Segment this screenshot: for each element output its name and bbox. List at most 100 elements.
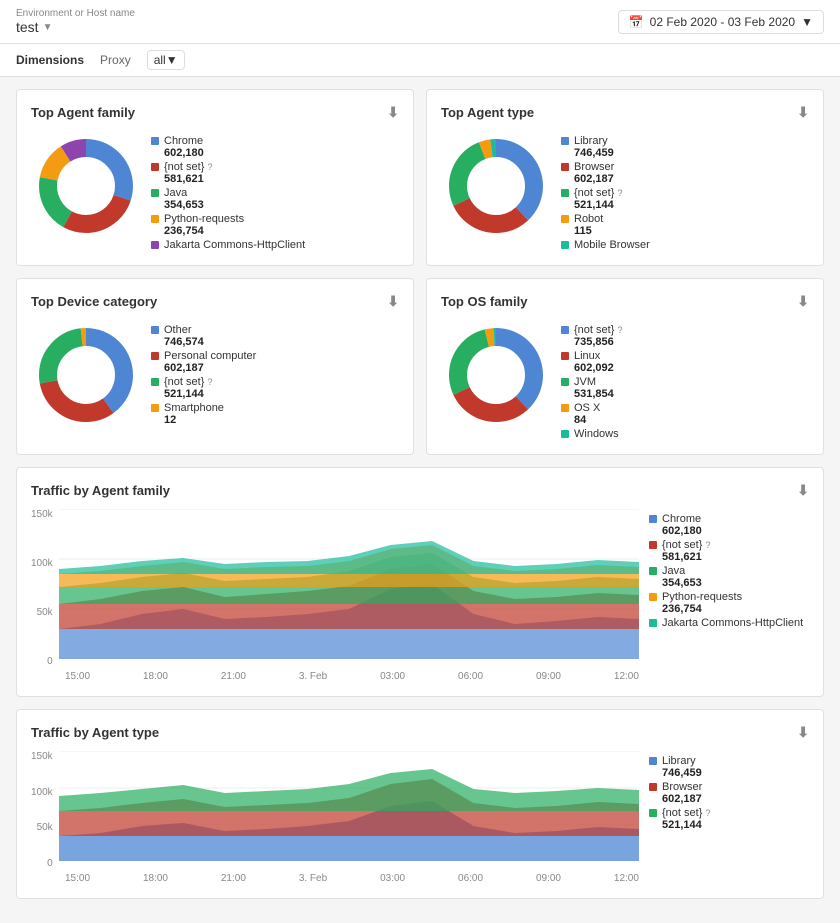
download-os-family[interactable]: ⬇ <box>797 293 809 310</box>
legend-dot <box>649 757 657 765</box>
legend-item: Java 354,653 <box>151 187 305 211</box>
legend-dot <box>151 352 159 360</box>
top-agent-family-card: Top Agent family ⬇ <box>16 89 414 266</box>
legend-item: {not set} ? 521,144 <box>561 187 650 211</box>
legend-item: Browser 602,187 <box>561 161 650 185</box>
agent-type-legend: Library 746,459 Browser 602,187 <box>561 131 650 251</box>
x-label: 15:00 <box>65 671 90 682</box>
legend-item: Linux 602,092 <box>561 350 622 374</box>
legend-item: Python-requests 236,754 <box>649 591 809 615</box>
donut-charts-grid: Top Agent family ⬇ <box>16 89 824 455</box>
legend-item: Chrome 602,180 <box>151 135 305 159</box>
x-label: 3. Feb <box>299 873 327 884</box>
x-label: 06:00 <box>458 873 483 884</box>
legend-dot <box>649 619 657 627</box>
x-label: 3. Feb <box>299 671 327 682</box>
legend-dot <box>649 567 657 575</box>
traffic-agent-type-card: Traffic by Agent type ⬇ 150k 100k 50k 0 <box>16 709 824 899</box>
legend-item: {not set} ? 521,144 <box>151 376 256 400</box>
legend-item: Browser 602,187 <box>649 781 809 805</box>
y-label: 0 <box>47 656 53 667</box>
legend-item: Java 354,653 <box>649 565 809 589</box>
legend-item: Other 746,574 <box>151 324 256 348</box>
legend-dot <box>561 189 569 197</box>
legend-item: Python-requests 236,754 <box>151 213 305 237</box>
env-name: test <box>16 19 39 35</box>
top-device-category-title: Top Device category <box>31 294 157 309</box>
device-category-legend: Other 746,574 Personal computer 602,187 <box>151 320 256 426</box>
top-os-family-card: Top OS family ⬇ <box>426 278 824 455</box>
legend-item: Chrome 602,180 <box>649 513 809 537</box>
traffic-agent-family-legend: Chrome 602,180 {not set} ? 581,621 Java <box>649 509 809 682</box>
legend-dot <box>151 215 159 223</box>
env-dropdown-arrow[interactable]: ▼ <box>43 22 53 33</box>
calendar-icon: 📅 <box>629 15 644 29</box>
download-traffic-agent-family[interactable]: ⬇ <box>797 482 809 499</box>
traffic-agent-type-chart: 150k 100k 50k 0 <box>31 751 639 884</box>
header: Environment or Host name test ▼ 📅 02 Feb… <box>0 0 840 77</box>
legend-dot <box>151 326 159 334</box>
all-label: all <box>154 53 166 67</box>
traffic-agent-family-chart: 150k 100k 50k 0 <box>31 509 639 682</box>
legend-dot <box>151 137 159 145</box>
legend-item: Robot 115 <box>561 213 650 237</box>
x-label: 12:00 <box>614 671 639 682</box>
date-range-picker[interactable]: 📅 02 Feb 2020 - 03 Feb 2020 ▼ <box>618 10 824 34</box>
legend-item: Jakarta Commons-HttpClient <box>151 239 305 251</box>
legend-dot <box>649 783 657 791</box>
traffic-agent-type-legend: Library 746,459 Browser 602,187 {not set… <box>649 751 809 884</box>
x-label: 18:00 <box>143 873 168 884</box>
all-select[interactable]: all ▼ <box>147 50 185 70</box>
legend-dot <box>151 189 159 197</box>
legend-item: Library 746,459 <box>649 755 809 779</box>
y-label: 0 <box>47 858 53 869</box>
main-content: Top Agent family ⬇ <box>0 77 840 923</box>
download-agent-type[interactable]: ⬇ <box>797 104 809 121</box>
proxy-button[interactable]: Proxy <box>100 53 131 67</box>
legend-dot <box>151 241 159 249</box>
y-label: 150k <box>31 751 53 762</box>
legend-dot <box>561 404 569 412</box>
legend-item: {not set} ? 581,621 <box>151 161 305 185</box>
x-label: 21:00 <box>221 671 246 682</box>
legend-dot <box>561 352 569 360</box>
agent-family-donut <box>31 131 141 244</box>
legend-item: {not set} ? 735,856 <box>561 324 622 348</box>
top-os-family-title: Top OS family <box>441 294 527 309</box>
x-label: 06:00 <box>458 671 483 682</box>
y-label: 100k <box>31 558 53 569</box>
legend-dot <box>151 378 159 386</box>
y-label: 50k <box>37 822 53 833</box>
agent-family-legend: Chrome 602,180 {not set} ? 581,621 <box>151 131 305 251</box>
x-label: 12:00 <box>614 873 639 884</box>
legend-dot <box>151 404 159 412</box>
x-label: 09:00 <box>536 873 561 884</box>
download-device-category[interactable]: ⬇ <box>387 293 399 310</box>
legend-item: Library 746,459 <box>561 135 650 159</box>
x-label: 15:00 <box>65 873 90 884</box>
device-category-donut <box>31 320 141 433</box>
env-label: Environment or Host name <box>16 8 135 19</box>
legend-item: Personal computer 602,187 <box>151 350 256 374</box>
download-traffic-agent-type[interactable]: ⬇ <box>797 724 809 741</box>
date-range-text: 02 Feb 2020 - 03 Feb 2020 <box>650 15 795 29</box>
legend-item: JVM 531,854 <box>561 376 622 400</box>
top-agent-family-title: Top Agent family <box>31 105 135 120</box>
agent-type-donut <box>441 131 551 244</box>
traffic-agent-family-card: Traffic by Agent family ⬇ 150k 100k 50k … <box>16 467 824 697</box>
download-agent-family[interactable]: ⬇ <box>387 104 399 121</box>
top-agent-type-card: Top Agent type ⬇ <box>426 89 824 266</box>
legend-item: {not set} ? 521,144 <box>649 807 809 831</box>
x-label: 18:00 <box>143 671 168 682</box>
legend-dot <box>649 541 657 549</box>
legend-dot <box>649 515 657 523</box>
os-family-donut <box>441 320 551 433</box>
x-label: 03:00 <box>380 873 405 884</box>
legend-dot <box>151 163 159 171</box>
legend-dot <box>561 326 569 334</box>
legend-dot <box>561 241 569 249</box>
legend-item: Smartphone 12 <box>151 402 256 426</box>
x-label: 03:00 <box>380 671 405 682</box>
os-family-legend: {not set} ? 735,856 Linux 602,092 <box>561 320 622 440</box>
legend-item: Jakarta Commons-HttpClient <box>649 617 809 629</box>
